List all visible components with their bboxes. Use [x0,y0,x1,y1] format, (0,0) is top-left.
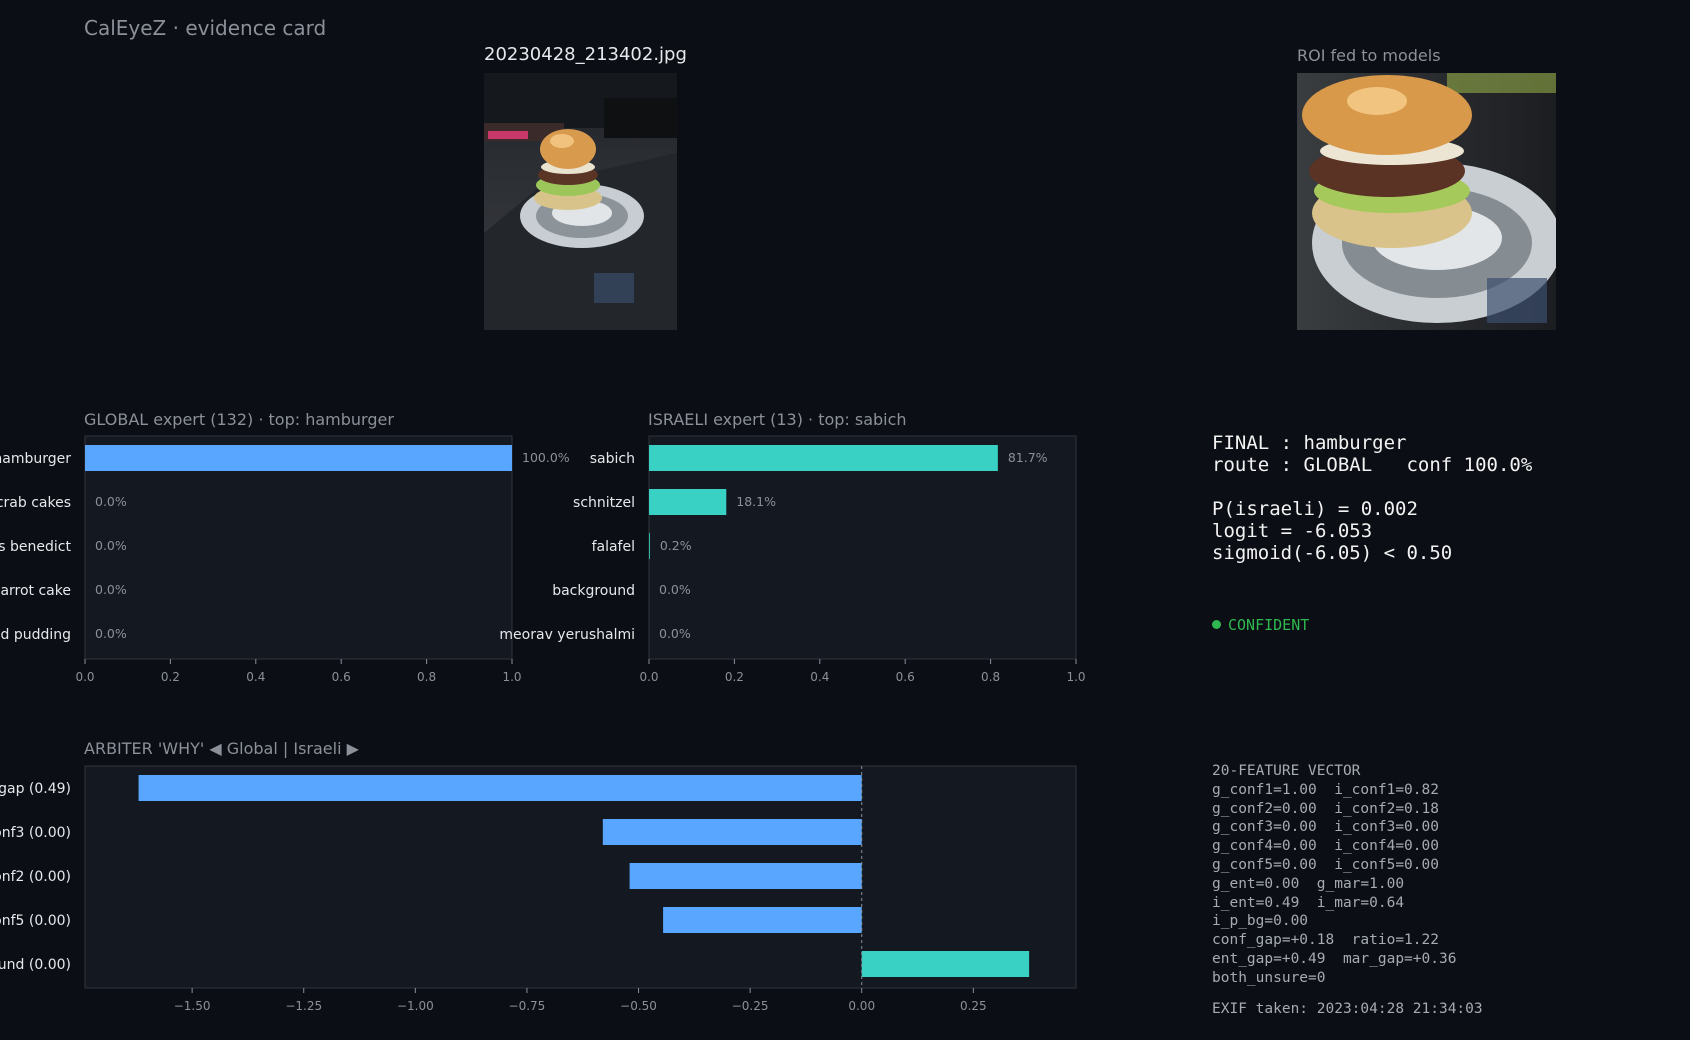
israeli-value-label: 0.2% [660,538,692,553]
global-bar [85,445,512,471]
global-value-label: 0.0% [95,494,127,509]
global-value-label: 100.0% [522,450,570,465]
arbiter-xtick-label: 0.00 [848,999,875,1013]
israeli-label: sabich [590,451,635,467]
israeli-value-label: 81.7% [1008,450,1048,465]
arbiter-bar [138,775,862,801]
arbiter-feature-label: ent_gap (0.49) [0,781,71,797]
israeli-bar [649,445,998,471]
israeli-label: falafel [592,539,635,555]
global-xtick-label: 0.8 [417,670,436,684]
global-value-label: 0.0% [95,538,127,553]
arbiter-xtick-label: −1.25 [285,999,322,1013]
global-xtick-label: 0.6 [332,670,351,684]
global-label: bread pudding [0,627,71,643]
arbiter-feature-label: i_p_background (0.00) [0,957,71,973]
israeli-xtick-label: 0.6 [896,670,915,684]
confidence-status: CONFIDENT [1212,616,1309,634]
arbiter-xtick-label: −1.50 [174,999,211,1013]
israeli-value-label: 18.1% [736,494,776,509]
status-dot-icon [1212,620,1221,629]
global-label: carrot cake [0,583,71,599]
israeli-label: schnitzel [573,495,635,511]
israeli-value-label: 0.0% [659,626,691,641]
global-xtick-label: 1.0 [502,670,521,684]
arbiter-xtick-label: 0.25 [960,999,987,1013]
israeli-xtick-label: 0.0 [639,670,658,684]
final-decision: FINAL : hamburger route : GLOBAL conf 10… [1212,432,1533,564]
arbiter-feature-label: i_conf5 (0.00) [0,913,71,929]
global-value-label: 0.0% [95,626,127,641]
israeli-xtick-label: 1.0 [1066,670,1085,684]
global-label: eggs benedict [0,539,71,555]
arbiter-bar [629,863,862,889]
arbiter-xtick-label: −1.00 [397,999,434,1013]
arbiter-feature-label: i_conf2 (0.00) [0,869,71,885]
global-xtick-label: 0.0 [75,670,94,684]
arbiter-bar [663,907,862,933]
israeli-label: background [552,583,635,599]
israeli-label: meorav yerushalmi [499,627,635,643]
global-xtick-label: 0.2 [161,670,180,684]
israeli-xtick-label: 0.2 [725,670,744,684]
israeli-expert-title: ISRAELI expert (13) · top: sabich [648,410,907,429]
israeli-bar [649,489,727,515]
arbiter-feature-label: i_conf3 (0.00) [0,825,71,841]
global-expert-title: GLOBAL expert (132) · top: hamburger [84,410,394,429]
arbiter-bar [861,951,1030,977]
global-label: hamburger [0,451,71,467]
global-xtick-label: 0.4 [246,670,265,684]
feature-vector: 20-FEATURE VECTOR g_conf1=1.00 i_conf1=0… [1212,763,1457,986]
arbiter-xtick-label: −0.50 [620,999,657,1013]
israeli-xtick-label: 0.4 [810,670,829,684]
exif-timestamp: EXIF taken: 2023:04:28 21:34:03 [1212,1001,1483,1017]
arbiter-xtick-label: −0.75 [509,999,546,1013]
israeli-value-label: 0.0% [659,582,691,597]
israeli-bar [649,533,650,559]
global-label: crab cakes [0,495,71,511]
status-label: CONFIDENT [1228,616,1310,634]
arbiter-bar [602,819,862,845]
arbiter-xtick-label: −0.25 [732,999,769,1013]
israeli-xtick-label: 0.8 [981,670,1000,684]
global-value-label: 0.0% [95,582,127,597]
arbiter-title: ARBITER 'WHY' ◀ Global | Israeli ▶ [84,739,360,758]
